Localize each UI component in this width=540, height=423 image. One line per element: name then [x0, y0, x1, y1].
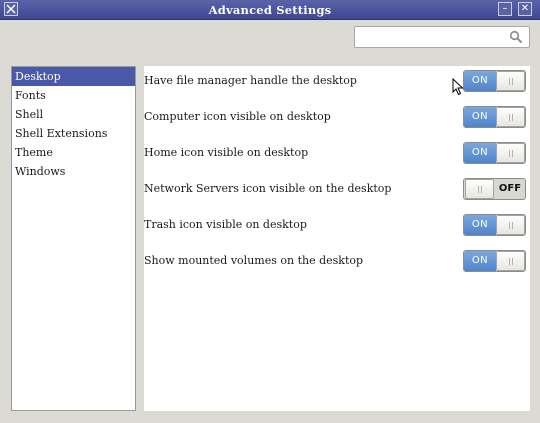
- toggle-state-label: OFF: [498, 183, 522, 194]
- sidebar-item-fonts[interactable]: Fonts: [12, 86, 135, 105]
- file-manager-desktop-toggle[interactable]: ON: [463, 70, 526, 92]
- setting-row-home-icon: Home icon visible on desktop ON: [144, 140, 530, 168]
- toggle-knob[interactable]: [496, 71, 525, 91]
- toggle-state-label: ON: [464, 71, 496, 91]
- search-icon[interactable]: [509, 30, 523, 44]
- setting-label: Show mounted volumes on the desktop: [144, 254, 364, 267]
- close-button[interactable]: ✕: [518, 2, 532, 16]
- mounted-volumes-toggle[interactable]: ON: [463, 250, 526, 272]
- minimize-button[interactable]: –: [498, 2, 512, 16]
- sidebar-item-desktop[interactable]: Desktop: [12, 67, 135, 86]
- close-icon: ✕: [520, 3, 530, 14]
- toggle-knob[interactable]: [496, 251, 525, 271]
- computer-icon-toggle[interactable]: ON: [463, 106, 526, 128]
- settings-panel: Have file manager handle the desktop ON …: [144, 66, 530, 411]
- sidebar-item-shell[interactable]: Shell: [12, 105, 135, 124]
- search-field[interactable]: [354, 26, 530, 48]
- setting-row-network-servers-icon: Network Servers icon visible on the desk…: [144, 176, 530, 204]
- setting-label: Trash icon visible on desktop: [144, 218, 307, 231]
- window-title: Advanced Settings: [208, 3, 332, 17]
- toggle-state-label: ON: [464, 107, 496, 127]
- sidebar-item-windows[interactable]: Windows: [12, 162, 135, 181]
- title-bar[interactable]: Advanced Settings – ✕: [0, 0, 540, 20]
- trash-icon-toggle[interactable]: ON: [463, 214, 526, 236]
- toggle-state-label: ON: [464, 251, 496, 271]
- setting-label: Network Servers icon visible on the desk…: [144, 182, 392, 195]
- mouse-cursor-icon: [452, 78, 464, 96]
- toggle-state-label: ON: [464, 215, 496, 235]
- sidebar-item-shell-extensions[interactable]: Shell Extensions: [12, 124, 135, 143]
- toggle-knob[interactable]: [465, 179, 494, 199]
- home-icon-toggle[interactable]: ON: [463, 142, 526, 164]
- setting-row-computer-icon: Computer icon visible on desktop ON: [144, 104, 530, 132]
- setting-row-mounted-volumes: Show mounted volumes on the desktop ON: [144, 248, 530, 276]
- setting-label: Computer icon visible on desktop: [144, 110, 331, 123]
- toggle-knob[interactable]: [496, 107, 525, 127]
- network-servers-icon-toggle[interactable]: OFF: [463, 178, 526, 200]
- setting-label: Home icon visible on desktop: [144, 146, 309, 159]
- setting-row-file-manager-desktop: Have file manager handle the desktop ON: [144, 68, 530, 96]
- setting-row-trash-icon: Trash icon visible on desktop ON: [144, 212, 530, 240]
- sidebar-item-theme[interactable]: Theme: [12, 143, 135, 162]
- category-sidebar: Desktop Fonts Shell Shell Extensions The…: [11, 66, 136, 411]
- minimize-icon: –: [502, 3, 508, 14]
- toggle-knob[interactable]: [496, 143, 525, 163]
- toggle-state-label: ON: [464, 143, 496, 163]
- toggle-knob[interactable]: [496, 215, 525, 235]
- setting-label: Have file manager handle the desktop: [144, 74, 357, 87]
